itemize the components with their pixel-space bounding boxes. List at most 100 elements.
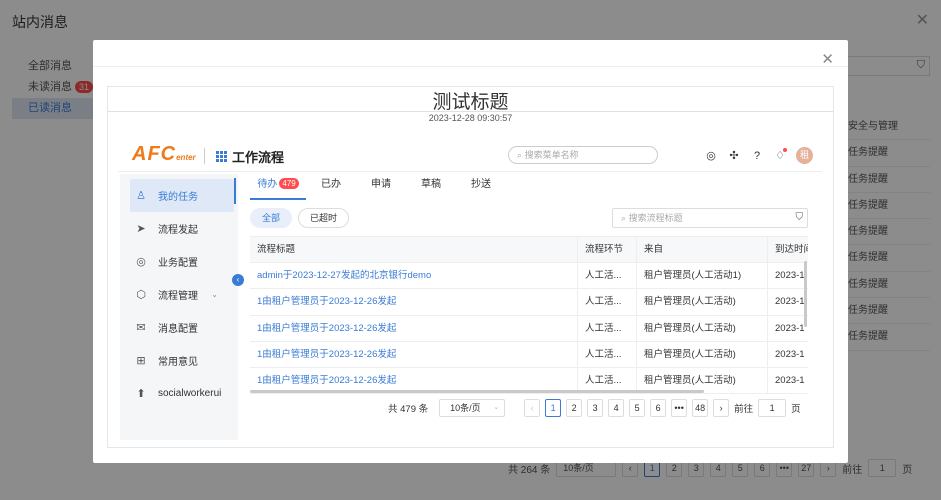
collapse-toggle[interactable]: ‹ (232, 274, 244, 286)
goto-page-input[interactable]: 1 (758, 399, 787, 417)
tab-todo[interactable]: 待办 479 (250, 176, 306, 200)
sidebar-item-label: 常用意见 (158, 357, 198, 368)
divider (204, 148, 205, 164)
filter-icon[interactable]: ⛉ (796, 209, 804, 227)
cube-icon: ⬡ (136, 289, 146, 301)
divider (108, 111, 833, 112)
settings-icon: ◎ (136, 256, 146, 268)
sidebar-item-common-opinions[interactable]: ⊞ 常用意见 (120, 344, 238, 377)
tab-apply[interactable]: 申请 (356, 176, 406, 200)
page-button[interactable]: 6 (650, 399, 667, 417)
table-cell: 2023-1 (775, 322, 805, 334)
page-button[interactable]: 48 (692, 399, 709, 417)
sidebar-item-flow-management[interactable]: ⬡ 流程管理 ⌄ (120, 278, 238, 311)
page-button[interactable]: 4 (608, 399, 625, 417)
chevron-down-icon: ⌄ (493, 404, 500, 411)
bell-icon[interactable]: ♢ (773, 147, 787, 163)
sidebar-item-socialworkerui[interactable]: ⬆ socialworkerui (120, 377, 238, 410)
page-button[interactable]: 1 (545, 399, 562, 417)
sidebar-item-message-config[interactable]: ✉ 消息配置 (120, 311, 238, 344)
chip-overdue[interactable]: 已超时 (298, 208, 350, 228)
mail-icon: ✉ (136, 322, 146, 334)
flow-search-input[interactable]: ⌕ 搜索流程标题 ⛉ (612, 208, 808, 228)
page-button[interactable]: 5 (629, 399, 646, 417)
module-title-text: 工作流程 (232, 150, 285, 165)
arrow-up-icon: ⬆ (136, 388, 146, 400)
table-row[interactable]: 1由租户管理员于2023-12-26发起 人工活... 租户管理员(人工活动) … (250, 341, 808, 369)
flow-title-link[interactable]: 1由租户管理员于2023-12-26发起 (250, 315, 578, 341)
pagination: 共 479 条 10条/页 ⌄ ‹ 1 2 3 4 5 6 ••• 48 › 前往… (388, 398, 801, 418)
send-icon: ➤ (136, 223, 146, 235)
page-size-select[interactable]: 10条/页 ⌄ (439, 399, 506, 417)
column-header: 来自 (637, 237, 768, 262)
help-icon[interactable]: ? (750, 149, 764, 163)
search-placeholder: 搜索流程标题 (628, 213, 683, 223)
page-size-value: 10条/页 (450, 403, 481, 413)
search-icon: ⌕ (621, 213, 627, 223)
column-header: 流程环节 (578, 237, 637, 262)
table-cell: 2023-1 (775, 375, 805, 387)
sidebar-item-label: socialworkerui (158, 388, 222, 399)
column-header: 到达时间 (775, 244, 808, 255)
sidebar-item-label: 流程管理 (158, 291, 198, 302)
tab-cc[interactable]: 抄送 (456, 176, 506, 200)
menu-search-input[interactable]: ⌕ 搜索菜单名称 (508, 146, 658, 164)
logo: AFCenter (132, 143, 196, 166)
search-icon: ⌕ (517, 150, 523, 160)
table-cell: 2023-1 (775, 296, 805, 308)
table-cell: 租户管理员(人工活动) (637, 315, 768, 341)
table-cell: 人工活... (578, 341, 637, 368)
flow-title-link[interactable]: admin于2023-12-27发起的北京银行demo (250, 263, 578, 289)
pager-total: 共 479 条 (388, 404, 429, 415)
page-button[interactable]: 2 (566, 399, 583, 417)
table-cell: 租户管理员(人工活动1) (637, 263, 768, 289)
table-cell: 租户管理员(人工活动) (637, 289, 768, 315)
page-ellipsis[interactable]: ••• (671, 399, 688, 417)
tab-done[interactable]: 已办 (306, 176, 356, 200)
table-row[interactable]: 1由租户管理员于2023-12-26发起 人工活... 租户管理员(人工活动) … (250, 289, 808, 316)
flow-title-link[interactable]: 1由租户管理员于2023-12-26发起 (250, 341, 578, 368)
tab-label: 待办 (257, 179, 278, 190)
tab-badge: 479 (279, 178, 299, 189)
table-header: 流程标题 流程环节 来自 到达时间 (250, 237, 808, 263)
vertical-scrollbar[interactable] (804, 261, 807, 327)
sidebar-item-label: 我的任务 (158, 192, 198, 203)
chip-all[interactable]: 全部 (250, 208, 293, 228)
plugin-icon[interactable]: ✣ (727, 149, 741, 163)
divider (93, 66, 848, 67)
plus-square-icon: ⊞ (136, 355, 146, 367)
avatar[interactable]: 租 (796, 147, 813, 164)
next-page-button[interactable]: › (713, 399, 730, 417)
goto-label: 前往 (734, 404, 754, 415)
page-button[interactable]: 3 (587, 399, 604, 417)
message-time: 2023-12-28 09:30:57 (428, 113, 513, 123)
app-header: AFCenter 工作流程 ⌕ 搜索菜单名称 ◎ ✣ ? ♢ 租 (118, 138, 822, 172)
logo-main: AFC (132, 143, 177, 165)
table-cell: 租户管理员(人工活动) (637, 341, 768, 368)
table-cell: 人工活... (578, 263, 637, 289)
sidebar-item-my-tasks[interactable]: ♙ 我的任务 (130, 179, 234, 212)
user-icon: ♙ (136, 190, 146, 202)
grid-icon (216, 151, 227, 162)
horizontal-scrollbar[interactable] (250, 390, 704, 393)
flow-title-link[interactable]: 1由租户管理员于2023-12-26发起 (250, 289, 578, 315)
app-sidebar: ♙ 我的任务 ➤ 流程发起 ◎ 业务配置 ⬡ 流程管理 ⌄ ✉ 消息配置 ⊞ 常用意见 ⬆ so… (120, 174, 238, 440)
language-icon[interactable]: ◎ (704, 149, 718, 163)
chevron-down-icon: ⌄ (211, 290, 218, 299)
column-header: 流程标题 (250, 237, 578, 262)
tab-draft[interactable]: 草稿 (406, 176, 456, 200)
sidebar-item-label: 业务配置 (158, 258, 198, 269)
notification-dot (783, 147, 787, 152)
table-cell: 人工活... (578, 289, 637, 315)
table-cell: 2023-1 (775, 348, 805, 360)
table-row[interactable]: admin于2023-12-27发起的北京银行demo 人工活... 租户管理员… (250, 263, 808, 290)
message-title: 测试标题 (432, 92, 509, 113)
prev-page-button[interactable]: ‹ (524, 399, 541, 417)
sidebar-item-business-config[interactable]: ◎ 业务配置 (120, 245, 238, 278)
filter-chips: 全部 已超时 (250, 208, 350, 228)
message-screenshot: AFCenter 工作流程 ⌕ 搜索菜单名称 ◎ ✣ ? ♢ 租 ♙ 我的任务 ➤… (118, 138, 822, 442)
sidebar-item-start-flow[interactable]: ➤ 流程发起 (120, 212, 238, 245)
table-row[interactable]: 1由租户管理员于2023-12-26发起 人工活... 租户管理员(人工活动) … (250, 315, 808, 342)
table-cell: 人工活... (578, 315, 637, 341)
table-cell: 2023-1 (775, 270, 805, 281)
